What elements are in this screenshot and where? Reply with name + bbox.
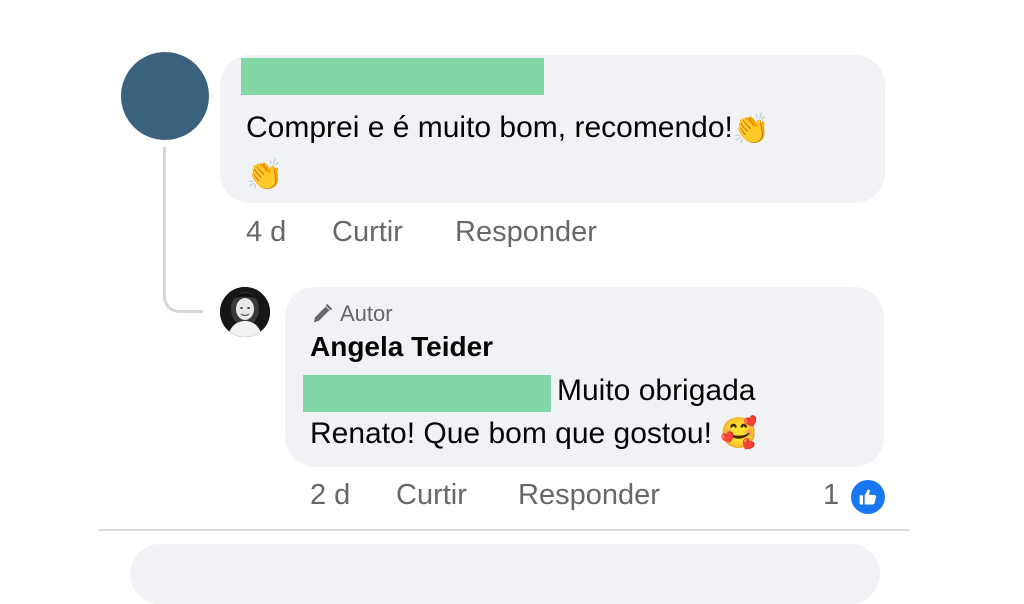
reply-button[interactable]: Responder [518,479,660,512]
clapping-hands-emoji: 👏 [246,158,284,193]
reply-text-body: Renato! Que bom que gostou! [310,417,712,450]
like-button[interactable]: Curtir [332,216,403,249]
author-name[interactable]: Angela Teider [310,331,493,363]
pencil-icon [313,304,332,323]
author-portrait-icon [220,287,270,337]
smiling-hearts-emoji: 🥰 [720,416,758,451]
thumbs-up-glyph [859,489,877,505]
author-badge: Autor [310,301,393,327]
comment-text: Comprei e é muito bom, recomendo!👏 👏 [246,106,866,198]
reply-text-line-2: Renato! Que bom que gostou! 🥰 [310,413,758,455]
commenter-avatar[interactable] [121,52,209,140]
reply-thread-connector [163,147,203,313]
reply-button[interactable]: Responder [455,216,597,249]
reply-timestamp[interactable]: 2 d [310,479,350,512]
next-comment-bubble [130,544,880,604]
reaction-count[interactable]: 1 [823,479,839,512]
comment-body: Comprei e é muito bom, recomendo! [246,111,733,144]
thumbs-up-icon[interactable] [851,480,885,514]
comment-timestamp[interactable]: 4 d [246,216,286,249]
like-button[interactable]: Curtir [396,479,467,512]
author-badge-label: Autor [340,301,393,326]
author-avatar[interactable] [220,287,270,337]
commenter-name-redaction [241,58,544,95]
clapping-hands-emoji: 👏 [732,112,771,147]
comments-divider [98,529,910,531]
reply-text-line-1: Muito obrigada [557,374,756,407]
mention-redaction [303,375,551,412]
